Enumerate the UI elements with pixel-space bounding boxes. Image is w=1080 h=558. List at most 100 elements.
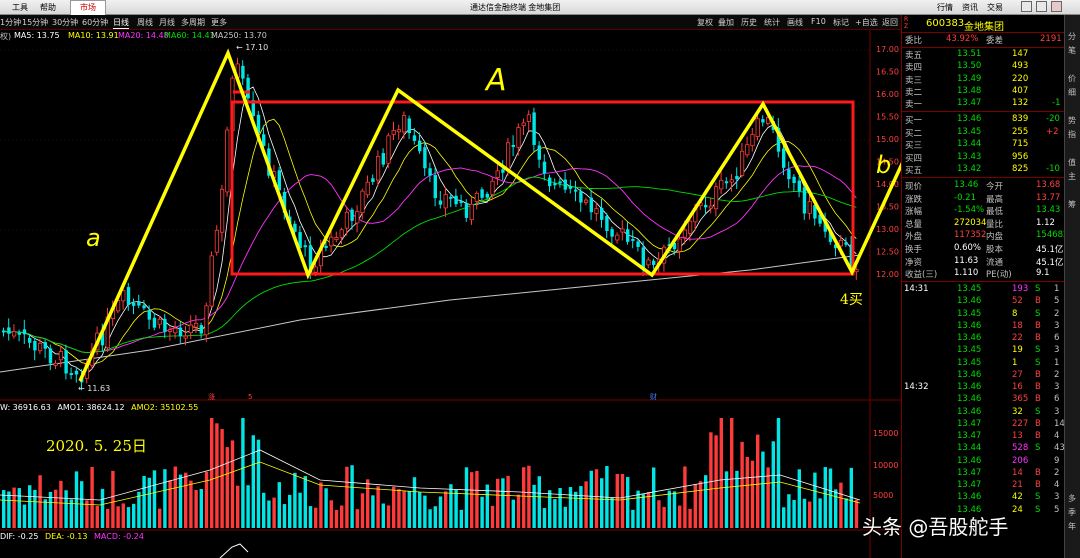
tick-row[interactable]: 13.47 227 B 14 (902, 419, 1065, 431)
volume-bar (121, 503, 125, 528)
stat-row[interactable]: 净资 11.63 流通 45.1亿 (902, 256, 1065, 268)
volume-bar (106, 508, 110, 528)
ask-row[interactable]: 卖二 13.48 407 (902, 86, 1065, 98)
minimize-button[interactable] (1021, 1, 1032, 12)
volume-bar (615, 474, 619, 528)
tick-row[interactable]: 13.44 528 S 43 (902, 443, 1065, 455)
tick-row[interactable]: 13.45 1 S 1 (902, 358, 1065, 370)
kline-chart[interactable]: 17.0016.5016.0015.5015.0014.5014.0013.50… (0, 0, 901, 558)
volume-bar (225, 447, 229, 528)
menu-info[interactable]: 资讯 (962, 2, 978, 13)
tick-row[interactable]: 13.46 22 B 6 (902, 333, 1065, 345)
volume-bar (480, 496, 484, 528)
bid-row[interactable]: 买三 13.44 715 (902, 139, 1065, 151)
annotation-A: A (484, 63, 507, 98)
ask-row[interactable]: 卖五 13.51 147 (902, 49, 1065, 61)
tick-row[interactable]: 13.45 19 S 3 (902, 345, 1065, 357)
bid-row[interactable]: 买一 13.46 839 -20 (902, 114, 1065, 126)
tick-row[interactable]: 13.46 365 B 6 (902, 394, 1065, 406)
volume-bar (761, 451, 765, 528)
volume-bar (132, 503, 136, 528)
tick-row[interactable]: 14:32 13.46 16 B 3 (902, 382, 1065, 394)
stat-row[interactable]: 现价 13.46 今开 13.68 (902, 180, 1065, 192)
tick-row[interactable]: 13.47 21 B 4 (902, 480, 1065, 492)
candle-body (459, 200, 463, 203)
tick-row[interactable]: 13.45 8 S 2 (902, 309, 1065, 321)
stat-row[interactable]: 换手 0.60% 股本 45.1亿 (902, 243, 1065, 255)
candle-body (480, 189, 484, 198)
tick-row[interactable]: 13.46 18 B 3 (902, 321, 1065, 333)
sidebar-tab[interactable]: 值 (1068, 157, 1076, 168)
candle-body (495, 170, 500, 178)
maximize-button[interactable] (1036, 1, 1047, 12)
tick-row[interactable]: 13.47 14 B 2 (902, 468, 1065, 480)
tick-row[interactable]: 13.46 52 B 5 (902, 296, 1065, 308)
candle-body (43, 342, 47, 349)
sidebar-tab[interactable]: 多 (1068, 493, 1076, 504)
event-marker[interactable]: 财 (650, 392, 657, 401)
volume-bar (626, 477, 630, 528)
sidebar-tab[interactable]: 分 (1068, 31, 1076, 42)
volume-bar (735, 470, 739, 528)
ask-row[interactable]: 卖四 13.50 493 (902, 61, 1065, 73)
candle-body (334, 237, 339, 240)
sidebar-tab[interactable]: 势 (1068, 115, 1076, 126)
ask-row[interactable]: 卖三 13.49 220 (902, 74, 1065, 86)
volume-bar (28, 485, 32, 528)
volume-bar (719, 418, 723, 528)
stock-code: 600383 (926, 18, 965, 29)
sidebar-tab[interactable]: 细 (1068, 87, 1076, 98)
volume-bar (802, 498, 807, 528)
volume-bar (189, 480, 193, 528)
volume-bar (298, 492, 302, 528)
volume-bar (459, 509, 463, 528)
sidebar-tab[interactable]: 季 (1068, 507, 1076, 518)
volume-bar (334, 509, 339, 528)
volume-bar (381, 503, 385, 528)
bid-row[interactable]: 买二 13.45 255 +2 (902, 127, 1065, 139)
amo2-label: AMO2: 35102.55 (131, 403, 198, 412)
sidebar-tab[interactable]: 年 (1068, 521, 1076, 532)
sidebar-tab[interactable]: 筹 (1068, 199, 1076, 210)
commission-ratio: 43.92% (946, 34, 979, 44)
sidebar-tab[interactable]: 主 (1068, 171, 1076, 182)
event-marker[interactable]: 5 (248, 393, 252, 401)
candle-body (454, 195, 458, 205)
tick-row[interactable]: 13.46 42 S 3 (902, 492, 1065, 504)
stat-row[interactable]: 涨跌 -0.21 最高 13.77 (902, 193, 1065, 205)
bid-row[interactable]: 买四 13.43 956 (902, 152, 1065, 164)
volume-bar (594, 469, 599, 528)
candle-body (682, 229, 688, 238)
menu-trade[interactable]: 行情 (937, 2, 953, 13)
candle-body (854, 269, 859, 273)
tick-row[interactable]: 14:31 13.45 193 S 1 (902, 284, 1065, 296)
price-tick: 15.00 (876, 135, 899, 144)
stat-row[interactable]: 收益(三) 1.110 PE(动) 9.1 (902, 268, 1065, 280)
sidebar-tab[interactable]: 价 (1068, 73, 1076, 84)
tick-row[interactable]: 13.46 206 9 (902, 456, 1065, 468)
stat-row[interactable]: 外盘 117352 内盘 154682 (902, 230, 1068, 242)
candle-body (641, 247, 645, 268)
volume-bar (600, 478, 604, 528)
sidebar-tab[interactable]: 指 (1068, 129, 1076, 140)
volume-bar (511, 499, 515, 528)
tick-row[interactable]: 13.47 13 B 4 (902, 431, 1065, 443)
volume-bar (532, 484, 536, 528)
volume-bar (147, 477, 151, 528)
volume-bar (662, 506, 666, 528)
tick-row[interactable]: 13.46 27 B 2 (902, 370, 1065, 382)
event-marker[interactable]: 涨 (208, 392, 215, 401)
candle-body (188, 324, 193, 334)
ask-row[interactable]: 卖一 13.47 132 -1 (902, 98, 1065, 110)
bid-row[interactable]: 买五 13.42 825 -10 (902, 164, 1065, 176)
stat-row[interactable]: 涨幅 -1.54% 最低 13.43 (902, 205, 1065, 217)
stat-row[interactable]: 总量 272034 量比 1.12 (902, 218, 1065, 230)
candle-body (241, 65, 245, 79)
menu-exchange[interactable]: 交易 (987, 2, 1003, 13)
candle-body (615, 234, 620, 241)
sidebar-tab[interactable]: 笔 (1068, 45, 1076, 56)
volume-bar (308, 506, 313, 528)
candle-body (339, 229, 344, 238)
tick-row[interactable]: 13.46 32 S 3 (902, 407, 1065, 419)
close-button[interactable] (1051, 1, 1062, 12)
